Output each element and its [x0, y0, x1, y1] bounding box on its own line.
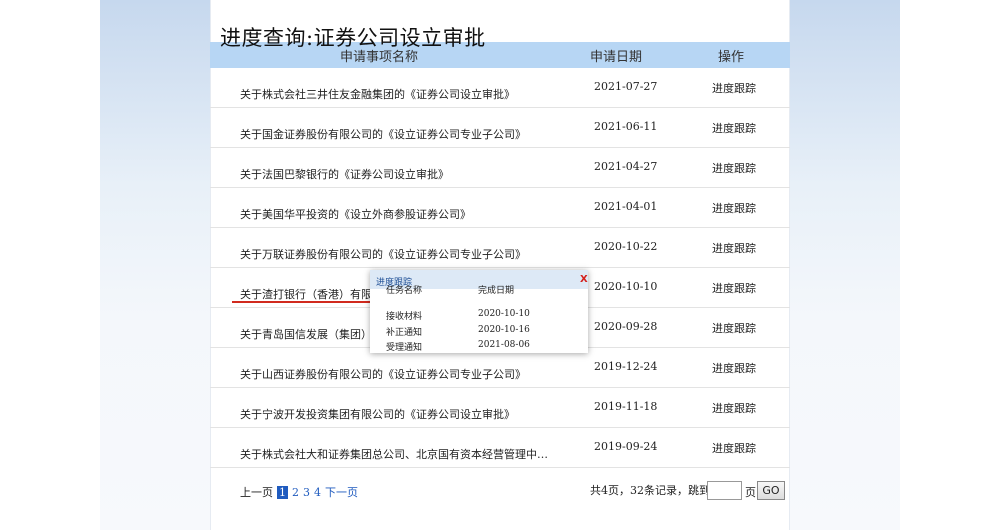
- table-row: 关于山西证券股份有限公司的《设立证券公司专业子公司》 2019-12-24 进度…: [210, 348, 790, 388]
- application-name: 关于国金证券股份有限公司的《设立证券公司专业子公司》: [240, 128, 526, 141]
- progress-step-task: 接收材料: [386, 312, 423, 322]
- table-row: 关于美国华平投资的《设立外商参股证券公司》 2021-04-01 进度跟踪: [210, 188, 790, 228]
- application-date: 2021-04-27: [594, 160, 658, 173]
- application-name: 关于法国巴黎银行的《证券公司设立审批》: [240, 168, 449, 181]
- table-row: 关于法国巴黎银行的《证券公司设立审批》 2021-04-27 进度跟踪: [210, 148, 790, 188]
- column-header-date: 申请日期: [590, 50, 643, 65]
- page-number-link[interactable]: 4: [314, 486, 321, 499]
- application-date: 2020-09-28: [594, 320, 658, 333]
- track-progress-link[interactable]: 进度跟踪: [712, 440, 756, 456]
- pagination-summary: 共4页，32条记录，跳到: [590, 484, 710, 497]
- background-right: [790, 0, 900, 530]
- page-number-current: 1: [277, 486, 288, 499]
- track-progress-link[interactable]: 进度跟踪: [712, 160, 756, 176]
- application-name: 关于株式会社三井住友金融集团的《证券公司设立审批》: [240, 88, 515, 101]
- progress-step-date: 2021-08-06: [478, 340, 530, 350]
- popup-column-task: 任务名称: [386, 286, 423, 296]
- application-date: 2021-07-27: [594, 80, 658, 93]
- application-date: 2019-11-18: [594, 400, 658, 413]
- application-name: 关于宁波开发投资集团有限公司的《证券公司设立审批》: [240, 408, 515, 421]
- track-progress-link[interactable]: 进度跟踪: [712, 280, 756, 296]
- background-left: [100, 0, 210, 530]
- table-row: 关于万联证券股份有限公司的《设立证券公司专业子公司》 2020-10-22 进度…: [210, 228, 790, 268]
- application-date: 2019-12-24: [594, 360, 658, 373]
- application-date: 2021-04-01: [594, 200, 658, 213]
- application-name[interactable]: 关于渣打银行（香港）有限公: [240, 286, 383, 302]
- application-date: 2020-10-10: [594, 280, 658, 293]
- application-date: 2020-10-22: [594, 240, 658, 253]
- pagination: 上一页 1 2 3 4 下一页: [240, 484, 362, 500]
- next-page-link[interactable]: 下一页: [325, 484, 358, 500]
- go-button[interactable]: GO: [757, 481, 785, 500]
- table-row: 关于国金证券股份有限公司的《设立证券公司专业子公司》 2021-06-11 进度…: [210, 108, 790, 148]
- progress-step-date: 2020-10-16: [478, 325, 530, 335]
- highlight-underline: [232, 301, 374, 303]
- application-name: 关于美国华平投资的《设立外商参股证券公司》: [240, 208, 471, 221]
- application-date: 2021-06-11: [594, 120, 658, 133]
- progress-popup: 进度跟踪 X 任务名称 完成日期 接收材料 2020-10-10 补正通知 20…: [370, 270, 588, 353]
- application-name: 关于山西证券股份有限公司的《设立证券公司专业子公司》: [240, 368, 526, 381]
- table-row: 关于宁波开发投资集团有限公司的《证券公司设立审批》 2019-11-18 进度跟…: [210, 388, 790, 428]
- table-row: 关于株式会社大和证券集团总公司、北京国有资本经营管理中… 2019-09-24 …: [210, 428, 790, 468]
- application-name: 关于青岛国信发展（集团）有: [240, 328, 383, 341]
- track-progress-link[interactable]: 进度跟踪: [712, 200, 756, 216]
- column-header-op: 操作: [718, 50, 745, 65]
- page-title: 进度查询:证券公司设立审批: [220, 26, 486, 50]
- progress-step-date: 2020-10-10: [478, 309, 530, 319]
- goto-page-input[interactable]: [707, 481, 742, 500]
- application-date: 2019-09-24: [594, 440, 658, 453]
- page-number-link[interactable]: 3: [303, 486, 310, 499]
- application-name: 关于株式会社大和证券集团总公司、北京国有资本经营管理中…: [240, 448, 548, 461]
- track-progress-link[interactable]: 进度跟踪: [712, 120, 756, 136]
- table-row: 关于株式会社三井住友金融集团的《证券公司设立审批》 2021-07-27 进度跟…: [210, 68, 790, 108]
- close-icon[interactable]: X: [580, 274, 588, 285]
- prev-page-link[interactable]: 上一页: [240, 484, 273, 500]
- track-progress-link[interactable]: 进度跟踪: [712, 80, 756, 96]
- progress-step-task: 受理通知: [386, 343, 423, 353]
- goto-page-suffix: 页: [745, 486, 756, 499]
- track-progress-link[interactable]: 进度跟踪: [712, 320, 756, 336]
- application-list: 关于株式会社三井住友金融集团的《证券公司设立审批》 2021-07-27 进度跟…: [210, 68, 790, 468]
- popup-column-date: 完成日期: [478, 286, 515, 296]
- track-progress-link[interactable]: 进度跟踪: [712, 360, 756, 376]
- track-progress-link[interactable]: 进度跟踪: [712, 240, 756, 256]
- application-name: 关于万联证券股份有限公司的《设立证券公司专业子公司》: [240, 248, 526, 261]
- track-progress-link[interactable]: 进度跟踪: [712, 400, 756, 416]
- page-number-link[interactable]: 2: [292, 486, 299, 499]
- progress-step-task: 补正通知: [386, 328, 423, 338]
